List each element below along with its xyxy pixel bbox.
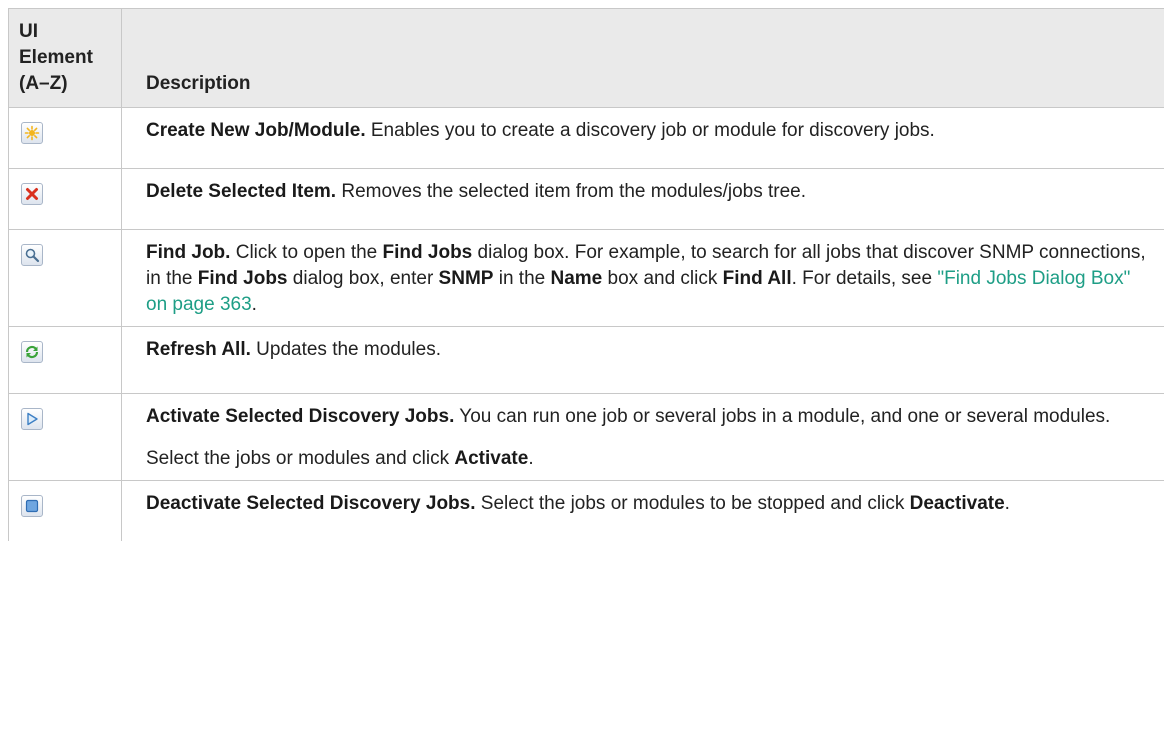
text-segment: in the [493, 268, 551, 289]
item-title: Activate Selected Discovery Jobs. [146, 406, 455, 427]
text-segment: Select the jobs or modules and click [146, 448, 455, 469]
item-title: Find Job. [146, 242, 231, 263]
item-title: Deactivate Selected Discovery Jobs. [146, 493, 476, 514]
text-segment: dialog box, enter [287, 268, 439, 289]
description-cell: Find Job. Click to open the Find Jobs di… [121, 229, 1164, 327]
icon-cell [8, 168, 122, 230]
item-title: Refresh All. [146, 339, 251, 360]
text-segment: box and click [602, 268, 723, 289]
header-description: Description [121, 8, 1164, 108]
description-text: Delete Selected Item. Removes the select… [146, 179, 1154, 205]
description-cell: Create New Job/Module. Enables you to cr… [121, 107, 1164, 169]
table-row: Delete Selected Item. Removes the select… [8, 168, 1164, 230]
ui-elements-table: UI Element (A–Z) Description Create New … [8, 8, 1164, 541]
description-cell: Deactivate Selected Discovery Jobs. Sele… [121, 480, 1164, 541]
icon-cell [8, 393, 122, 481]
text-segment: . [528, 448, 534, 469]
item-description: Removes the selected item from the modul… [336, 181, 807, 202]
header-ui-element: UI Element (A–Z) [8, 8, 122, 108]
table-row: Create New Job/Module. Enables you to cr… [8, 107, 1164, 169]
header-ui-element-line-1: UI [19, 21, 38, 42]
table-row: Activate Selected Discovery Jobs. You ca… [8, 393, 1164, 481]
delete-item-icon[interactable] [21, 183, 43, 205]
item-description: Updates the modules. [250, 339, 442, 360]
deactivate-icon[interactable] [21, 495, 43, 517]
table-row: Refresh All. Updates the modules. [8, 326, 1164, 394]
bold-term: Find Jobs [197, 268, 288, 289]
bold-term: Activate [454, 448, 529, 469]
bold-term: Deactivate [909, 493, 1005, 514]
text-segment: Click to open the [230, 242, 383, 263]
text-segment: . [251, 294, 257, 315]
icon-cell [8, 229, 122, 327]
description-text: Find Job. Click to open the Find Jobs di… [146, 240, 1154, 318]
bold-term: SNMP [438, 268, 494, 289]
bold-term: Name [550, 268, 603, 289]
text-segment: . [1004, 493, 1010, 514]
description-cell: Delete Selected Item. Removes the select… [121, 168, 1164, 230]
table-row: Deactivate Selected Discovery Jobs. Sele… [8, 480, 1164, 541]
activate-icon[interactable] [21, 408, 43, 430]
item-title: Create New Job/Module. [146, 120, 366, 141]
description-text: Deactivate Selected Discovery Jobs. Sele… [146, 491, 1154, 517]
header-ui-element-line-3: (A–Z) [19, 73, 68, 94]
bold-term: Find Jobs [382, 242, 473, 263]
header-ui-element-line-2: Element [19, 47, 93, 68]
text-segment: . For details, see [791, 268, 938, 289]
refresh-icon[interactable] [21, 341, 43, 363]
description-cell: Refresh All. Updates the modules. [121, 326, 1164, 394]
description-text: Activate Selected Discovery Jobs. You ca… [146, 404, 1154, 430]
icon-cell [8, 326, 122, 394]
icon-cell [8, 480, 122, 541]
description-cell: Activate Selected Discovery Jobs. You ca… [121, 393, 1164, 481]
table-row: Find Job. Click to open the Find Jobs di… [8, 229, 1164, 327]
description-text: Refresh All. Updates the modules. [146, 337, 1154, 363]
table-header-row: UI Element (A–Z) Description [8, 8, 1164, 108]
bold-term: Find All [722, 268, 792, 289]
item-description: Select the jobs or modules to be stopped… [475, 493, 910, 514]
description-text-2: Select the jobs or modules and click Act… [146, 446, 1154, 472]
description-text: Create New Job/Module. Enables you to cr… [146, 118, 1154, 144]
item-title: Delete Selected Item. [146, 181, 337, 202]
item-description: You can run one job or several jobs in a… [454, 406, 1111, 427]
create-new-job-icon[interactable] [21, 122, 43, 144]
find-job-icon[interactable] [21, 244, 43, 266]
icon-cell [8, 107, 122, 169]
item-description: Enables you to create a discovery job or… [365, 120, 935, 141]
